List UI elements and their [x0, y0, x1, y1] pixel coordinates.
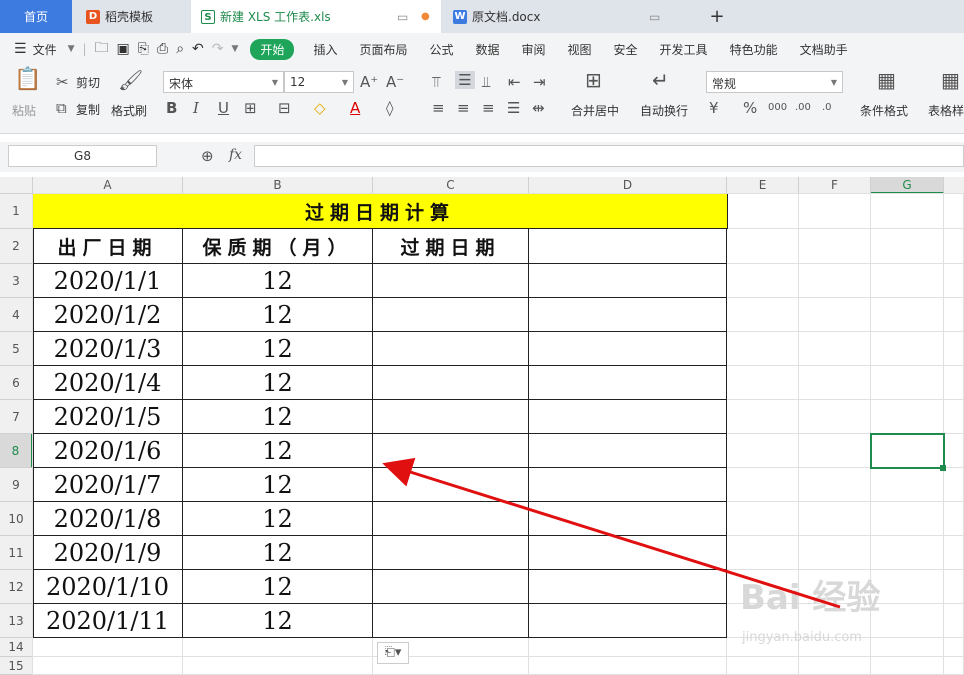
annotation-arrow — [382, 457, 841, 609]
red-arrow — [382, 457, 841, 609]
